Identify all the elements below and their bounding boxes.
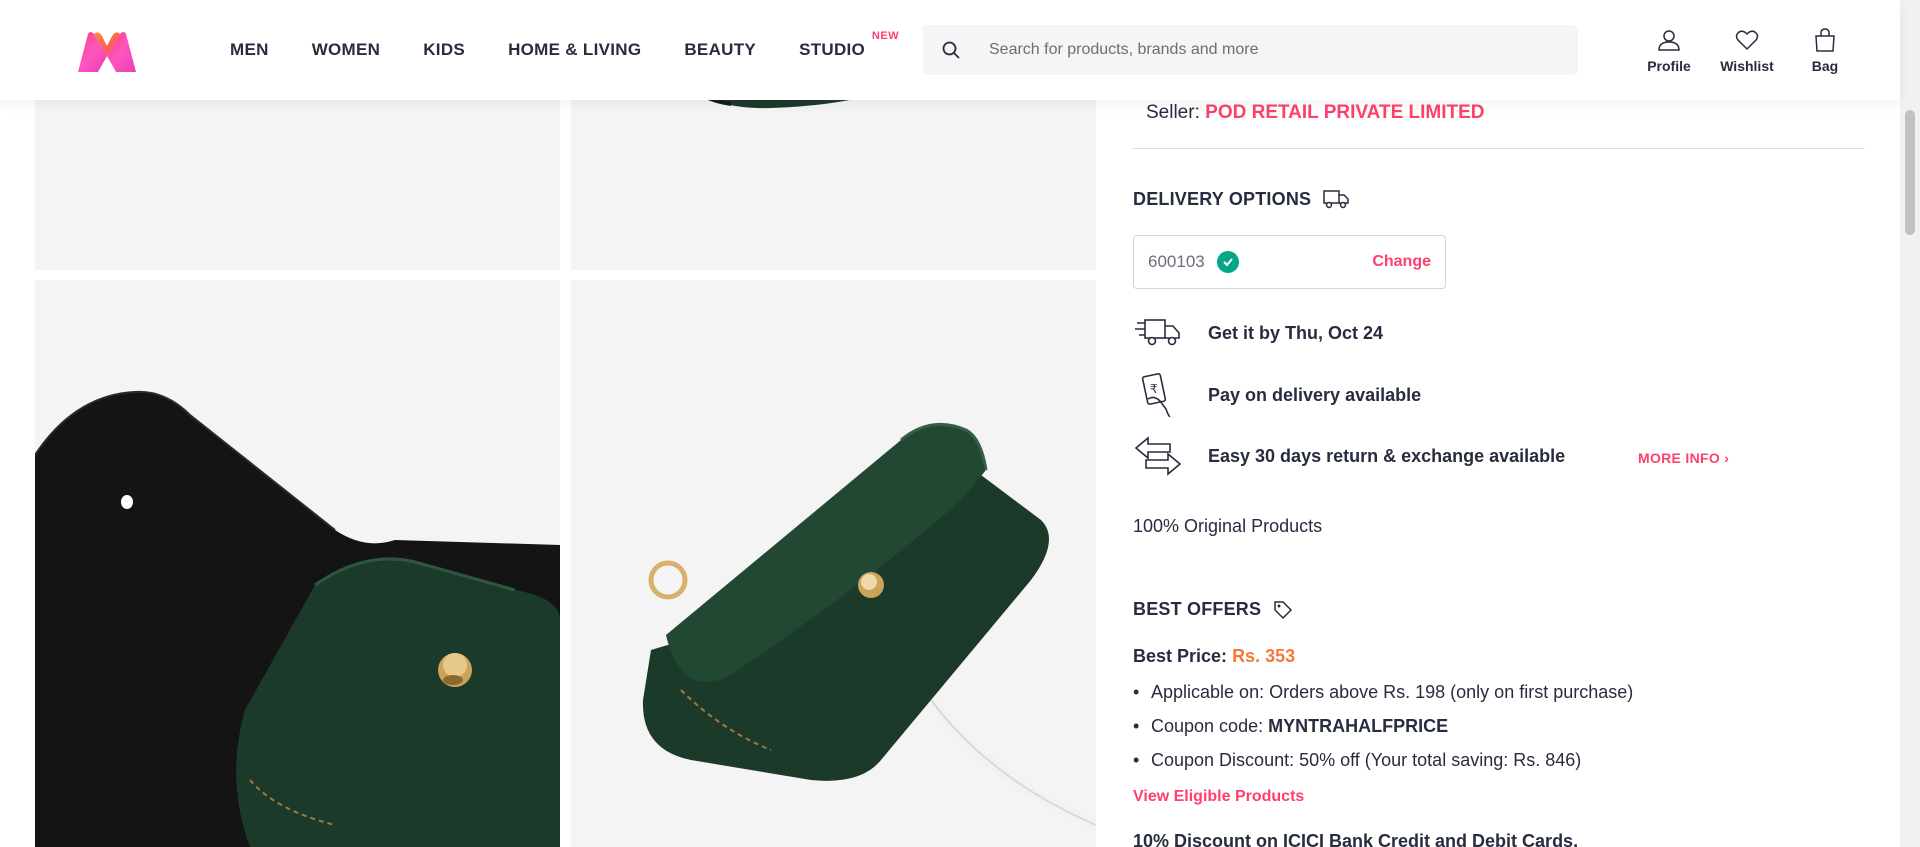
new-badge: NEW	[871, 30, 900, 42]
coupon-code-value: MYNTRAHALFPRICE	[1268, 716, 1449, 736]
best-offers-title: BEST OFFERS	[1133, 599, 1262, 619]
tag-icon	[1274, 600, 1293, 619]
nav-studio-label: STUDIO	[799, 40, 866, 59]
delivery-date-row: Get it by Thu, Oct 24	[1133, 308, 1383, 358]
delivery-date-text: Get it by Thu, Oct 24	[1208, 322, 1384, 343]
nav-men[interactable]: MEN	[230, 40, 269, 60]
view-eligible-products-link[interactable]: View Eligible Products	[1133, 788, 1304, 806]
offer-applicable: Applicable on: Orders above Rs. 198 (onl…	[1133, 680, 1633, 704]
offer-coupon-discount: Coupon Discount: 50% off (Your total sav…	[1133, 748, 1633, 772]
pay-on-delivery-row: ₹ Pay on delivery available	[1133, 370, 1421, 420]
profile-label: Profile	[1647, 58, 1691, 74]
more-info-label: MORE INFO	[1638, 450, 1721, 466]
heart-icon	[1735, 30, 1759, 51]
change-pincode-button[interactable]: Change	[1372, 253, 1431, 271]
nav-women[interactable]: WOMEN	[312, 40, 381, 60]
user-icon	[1658, 30, 1680, 51]
search-bar	[923, 25, 1578, 75]
pay-on-delivery-text: Pay on delivery available	[1208, 384, 1422, 405]
original-products-text: 100% Original Products	[1133, 516, 1323, 536]
divider	[1133, 148, 1865, 149]
nav-home-living[interactable]: HOME & LIVING	[508, 40, 641, 60]
best-offers-heading: BEST OFFERS	[1133, 599, 1293, 620]
seller-label: Seller:	[1146, 102, 1200, 123]
chevron-right-icon: ›	[1724, 450, 1730, 466]
wishlist-label: Wishlist	[1720, 58, 1774, 74]
best-price-label: Best Price:	[1133, 646, 1228, 666]
closed-leather-case-image	[642, 422, 1096, 831]
myntra-logo[interactable]	[76, 30, 138, 74]
header-actions: Profile Wishlist Bag	[1630, 28, 1864, 74]
nav-studio[interactable]: STUDIO NEW	[799, 30, 899, 60]
icici-offer-heading: 10% Discount on ICICI Bank Credit and De…	[1133, 831, 1579, 847]
offer-details-list: Applicable on: Orders above Rs. 198 (onl…	[1133, 680, 1633, 782]
pincode-value: 600103	[1148, 252, 1205, 271]
top-nav-bar: MEN WOMEN KIDS HOME & LIVING BEAUTY STUD…	[0, 0, 1900, 100]
cash-hand-icon: ₹	[1133, 370, 1183, 420]
more-info-link[interactable]: MORE INFO ›	[1638, 450, 1729, 466]
search-input[interactable]	[979, 41, 1539, 59]
wishlist-button[interactable]: Wishlist	[1708, 28, 1786, 74]
check-circle-icon	[1216, 251, 1239, 273]
profile-button[interactable]: Profile	[1630, 28, 1708, 74]
fast-delivery-truck-icon	[1133, 308, 1183, 358]
bag-label: Bag	[1811, 58, 1839, 74]
exchange-arrows-icon	[1133, 431, 1183, 481]
return-exchange-text: Easy 30 days return & exchange available	[1208, 445, 1566, 466]
bag-button[interactable]: Bag	[1786, 28, 1864, 74]
scrollbar-thumb[interactable]	[1905, 110, 1915, 235]
seller-name-link[interactable]: POD RETAIL PRIVATE LIMITED	[1205, 102, 1484, 123]
coupon-code-label: Coupon code:	[1151, 716, 1264, 736]
delivery-options-title: DELIVERY OPTIONS	[1133, 188, 1312, 209]
best-price: Best Price: Rs. 353	[1133, 646, 1295, 667]
nav-beauty[interactable]: BEAUTY	[684, 40, 756, 60]
delivery-options-heading: DELIVERY OPTIONS	[1133, 188, 1349, 210]
main-navigation: MEN WOMEN KIDS HOME & LIVING BEAUTY STUD…	[230, 0, 908, 100]
product-page: MEN WOMEN KIDS HOME & LIVING BEAUTY STUD…	[0, 0, 1920, 847]
nav-kids[interactable]: KIDS	[423, 40, 465, 60]
offer-coupon-code: Coupon code: MYNTRAHALFPRICE	[1133, 714, 1633, 738]
product-image-3[interactable]	[35, 280, 560, 847]
svg-text:₹: ₹	[1150, 382, 1158, 396]
pincode-field[interactable]: 600103 Change	[1133, 235, 1446, 289]
bag-icon	[1815, 28, 1835, 52]
truck-icon	[1323, 190, 1349, 209]
best-price-value: Rs. 353	[1232, 646, 1296, 666]
open-leather-case-image	[35, 390, 560, 847]
return-exchange-row: Easy 30 days return & exchange available	[1133, 431, 1565, 481]
page-scrollbar[interactable]	[1900, 0, 1920, 847]
product-image-4[interactable]	[571, 280, 1096, 847]
seller-info: Seller: POD RETAIL PRIVATE LIMITED	[1146, 102, 1485, 124]
search-icon[interactable]	[923, 41, 979, 59]
